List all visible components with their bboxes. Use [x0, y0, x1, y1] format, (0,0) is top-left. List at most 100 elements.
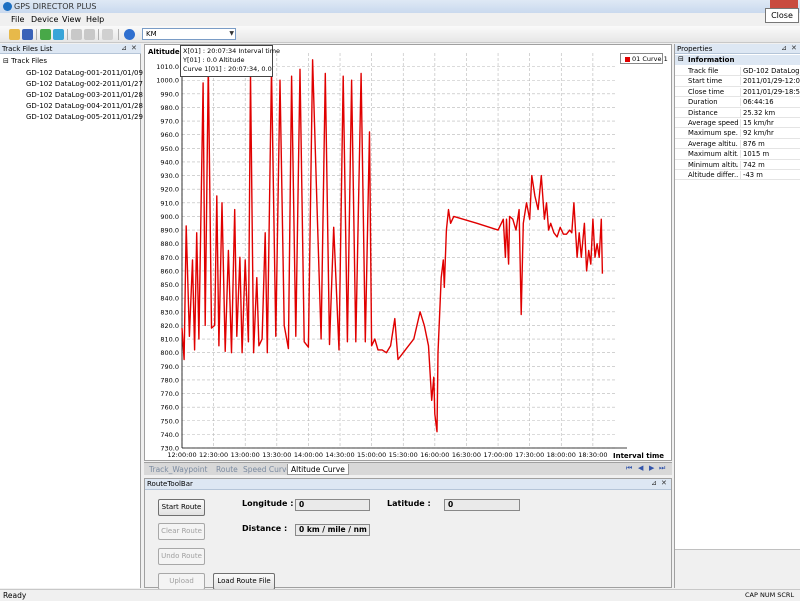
- chevron-down-icon[interactable]: ▼: [229, 29, 234, 39]
- properties-description: [675, 549, 800, 588]
- y-tick-label: 770.0: [160, 390, 179, 398]
- upload-route-button[interactable]: Upload Route: [158, 573, 205, 600]
- track-file-item[interactable]: GD-102 DataLog-005-2011/01/29 12: [26, 113, 154, 121]
- route-toolbar-panel: RouteToolBar ⊿ ✕ Start Route Clear Route…: [144, 478, 672, 600]
- tree-root-label: Track Files: [11, 57, 48, 65]
- property-row[interactable]: Close time 2011/01/29-18:5...: [675, 87, 800, 98]
- property-row[interactable]: Altitude differ... -43 m: [675, 170, 800, 181]
- pin-icon[interactable]: ⊿: [781, 44, 787, 52]
- export-icon[interactable]: [53, 29, 64, 40]
- tab-altitude-curve[interactable]: Altitude Curve: [287, 464, 349, 475]
- close-icon[interactable]: ✕: [131, 44, 137, 52]
- y-tick-label: 970.0: [160, 118, 179, 126]
- property-value: -43 m: [740, 171, 800, 179]
- y-tick-label: 830.0: [160, 308, 179, 316]
- prev-tab-icon[interactable]: ◀: [638, 464, 643, 472]
- route-toolbar-title: RouteToolBar: [147, 480, 193, 488]
- track-file-item[interactable]: GD-102 DataLog-004-2011/01/28 15: [26, 102, 154, 110]
- menu-device[interactable]: Device: [31, 15, 58, 24]
- property-row[interactable]: Track file GD-102 DataLog...: [675, 66, 800, 77]
- y-tick-label: 790.0: [160, 363, 179, 371]
- menu-file[interactable]: File: [11, 15, 24, 24]
- property-row[interactable]: Average speed 15 km/hr: [675, 118, 800, 129]
- track-file-item[interactable]: GD-102 DataLog-002-2011/01/27 13: [26, 80, 154, 88]
- collapse-icon[interactable]: ⊟: [3, 57, 9, 65]
- x-tick-label: 16:00:00: [420, 451, 449, 459]
- property-key: Maximum altit...: [688, 150, 738, 159]
- tooltip-x: X[01] : 20:07:34 Interval time: [183, 47, 281, 55]
- tab-route[interactable]: Route: [213, 464, 241, 475]
- property-row[interactable]: Distance 25.32 km: [675, 108, 800, 118]
- x-tick-label: 13:00:00: [231, 451, 260, 459]
- property-row[interactable]: Maximum altit... 1015 m: [675, 149, 800, 160]
- track-file-item[interactable]: GD-102 DataLog-003-2011/01/28 13: [26, 91, 154, 99]
- property-key: Average altitu...: [688, 139, 738, 148]
- unit-select[interactable]: KM ▼: [142, 28, 236, 40]
- close-icon[interactable]: ✕: [791, 44, 797, 52]
- settings-icon[interactable]: [102, 29, 113, 40]
- property-key: Minimum altitu...: [688, 160, 738, 169]
- save-icon[interactable]: [22, 29, 33, 40]
- import-icon[interactable]: [40, 29, 51, 40]
- pin-icon[interactable]: ⊿: [121, 44, 127, 52]
- tab-track-waypoint[interactable]: Track_Waypoint: [146, 464, 210, 475]
- y-tick-label: 1000.0: [156, 77, 179, 85]
- track-files-header: Track Files List ⊿ ✕: [0, 44, 141, 54]
- property-row[interactable]: Start time 2011/01/29-12:0...: [675, 76, 800, 87]
- x-tick-label: 13:30:00: [262, 451, 291, 459]
- tab-speed-curve[interactable]: Speed Curve: [240, 464, 294, 475]
- y-tick-label: 820.0: [160, 322, 179, 330]
- legend-swatch: [625, 57, 630, 62]
- y-tick-label: 740.0: [160, 431, 179, 439]
- tooltip-curve: Curve 1[01] : 20:07:34, 0.0: [183, 65, 272, 73]
- next-tab-icon[interactable]: ▶: [649, 464, 654, 472]
- chart-tabs: Track_Waypoint Route Speed Curve Altitud…: [144, 462, 672, 475]
- y-tick-label: 940.0: [160, 158, 179, 166]
- property-row[interactable]: Average altitu... 876 m: [675, 139, 800, 150]
- start-route-button[interactable]: Start Route: [158, 499, 205, 516]
- property-row[interactable]: Minimum altitu...742 m: [675, 160, 800, 170]
- altitude-chart[interactable]: 730.0740.0750.0760.0770.0780.0790.0800.0…: [145, 45, 673, 462]
- latitude-field[interactable]: 0: [444, 499, 520, 511]
- open-folder-icon[interactable]: [9, 29, 20, 40]
- pin-icon[interactable]: ⊿: [651, 479, 657, 487]
- property-key: Track file: [688, 67, 719, 75]
- menu-view[interactable]: View: [62, 15, 81, 24]
- y-tick-label: 980.0: [160, 104, 179, 112]
- properties-title: Properties: [677, 45, 713, 53]
- menu-bar: File Device View Help: [0, 13, 800, 26]
- tooltip-y: Y[01] : 0.0 Altitude: [183, 56, 245, 64]
- upload-icon[interactable]: [71, 29, 82, 40]
- title-bar: GPS DIRECTOR PLUS: [0, 0, 800, 13]
- y-tick-label: 760.0: [160, 404, 179, 412]
- tree-root[interactable]: ⊟ Track Files: [3, 57, 47, 65]
- y-tick-label: 800.0: [160, 349, 179, 357]
- close-tooltip: Close: [765, 8, 799, 23]
- y-axis-label: Altitude: [148, 48, 180, 56]
- track-file-item[interactable]: GD-102 DataLog-001-2011/01/09 14: [26, 69, 154, 77]
- load-route-file-button[interactable]: Load Route File: [213, 573, 275, 590]
- download-icon[interactable]: [84, 29, 95, 40]
- y-tick-label: 810.0: [160, 336, 179, 344]
- property-row[interactable]: Duration 06:44:16: [675, 97, 800, 108]
- property-row[interactable]: Maximum spe... 92 km/hr: [675, 128, 800, 139]
- y-tick-label: 920.0: [160, 186, 179, 194]
- longitude-field[interactable]: 0: [295, 499, 370, 511]
- route-toolbar-header: RouteToolBar ⊿ ✕: [145, 479, 671, 490]
- properties-panel: Properties ⊿ ✕ ⊟ Information Track file G…: [674, 44, 800, 588]
- last-tab-icon[interactable]: ⏭: [659, 464, 665, 473]
- information-section[interactable]: ⊟ Information: [675, 55, 800, 65]
- help-icon[interactable]: [124, 29, 135, 40]
- x-tick-label: 12:30:00: [199, 451, 228, 459]
- collapse-icon[interactable]: ⊟: [678, 55, 684, 63]
- menu-help[interactable]: Help: [86, 15, 104, 24]
- first-tab-icon[interactable]: ⏮: [626, 464, 632, 473]
- y-tick-label: 890.0: [160, 227, 179, 235]
- undo-route-button[interactable]: Undo Route: [158, 548, 205, 565]
- close-icon[interactable]: ✕: [661, 479, 667, 487]
- clear-route-button[interactable]: Clear Route: [158, 523, 205, 540]
- status-bar: Ready CAP NUM SCRL: [0, 589, 800, 601]
- chart-tooltip: X[01] : 20:07:34 Interval time Y[01] : 0…: [180, 45, 281, 77]
- x-axis-label: Interval time: [613, 452, 664, 460]
- y-tick-label: 1010.0: [156, 63, 179, 71]
